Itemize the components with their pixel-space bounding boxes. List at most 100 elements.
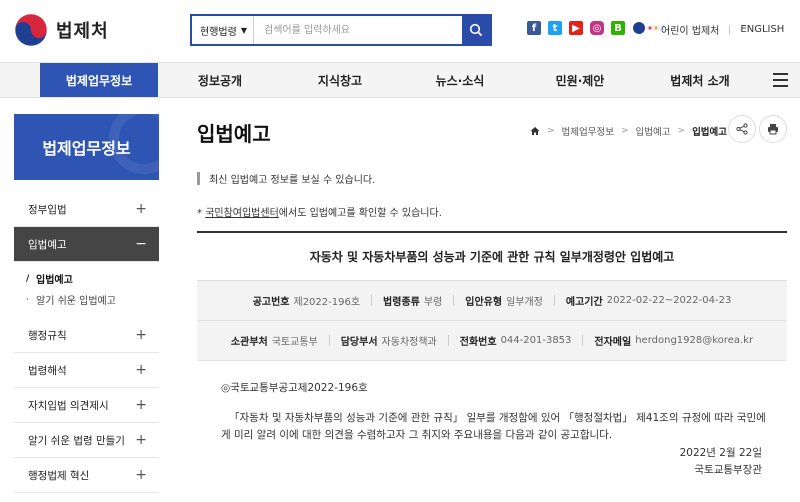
sidebar-item-local-legislation-opinion[interactable]: 자치입법 의견제시 + xyxy=(14,388,159,423)
sidebar-title-decoration xyxy=(109,114,159,174)
facebook-icon[interactable]: f xyxy=(527,21,541,35)
gnb-item-news[interactable]: 뉴스·소식 xyxy=(400,63,520,97)
meta-key: 예고기간 xyxy=(565,297,603,308)
notice-title: 자동차 및 자동차부품의 성능과 기준에 관한 규칙 일부개정령안 입법예고 xyxy=(197,233,787,281)
taegeuk-logo-icon xyxy=(14,13,48,47)
meta-value: 2022-02-22~2022-04-23 xyxy=(606,295,732,306)
sidebar-item-label: 법령해석 xyxy=(28,364,67,377)
meta-value: 일부개정 xyxy=(506,297,543,308)
share-button[interactable] xyxy=(728,115,756,143)
meta-key: 소관부처 xyxy=(230,337,268,348)
divider xyxy=(328,335,330,346)
minus-icon: − xyxy=(135,236,147,252)
sidebar-subitem-easy-notice[interactable]: · 알기 쉬운 입법예고 xyxy=(26,289,159,310)
english-site-link[interactable]: ENGLISH xyxy=(740,24,784,35)
notice-prefix: * xyxy=(197,208,206,219)
meta-key: 입안유형 xyxy=(465,297,503,308)
meta-department: 담당부서 자동차정책과 xyxy=(341,333,437,348)
sidebar-subitem-label: 알기 쉬운 입법예고 xyxy=(36,296,116,307)
plus-icon: + xyxy=(135,327,147,343)
meta-notice-number: 공고번호 제2022-196호 xyxy=(253,293,360,308)
meta-row: 공고번호 제2022-196호 법령종류 부령 입안유형 일부개정 예고기간 2… xyxy=(197,281,787,321)
notice-number-line: ◎국토교통부공고제2022-196호 xyxy=(221,382,368,394)
notice-text: * 국민참여입법센터에서도 입법예고를 확인할 수 있습니다. xyxy=(197,204,442,219)
search-button[interactable] xyxy=(462,16,490,44)
intro-text: 최신 입법예고 정보를 보실 수 있습니다. xyxy=(197,171,375,186)
kids-site-link[interactable]: 어린이 법제처 xyxy=(661,22,719,37)
meta-value: herdong1928@korea.kr xyxy=(635,335,754,346)
divider xyxy=(453,295,455,306)
caret-down-icon: ▼ xyxy=(240,25,247,35)
divider xyxy=(371,295,373,306)
chevron-right-icon: > xyxy=(547,126,555,136)
site-header: 법제처 현행법령 ▼ f t ▶ ◎ B 어린이 법제처 ENGLISH xyxy=(0,0,800,62)
site-logo-text: 법제처 xyxy=(56,21,109,42)
sidebar-item-label: 행정규칙 xyxy=(28,329,67,342)
sidebar-item-government-legislation[interactable]: 정부입법 + xyxy=(14,192,159,227)
gnb-item-civil-petition[interactable]: 민원·제안 xyxy=(520,63,640,97)
sidebar-item-label: 입법예고 xyxy=(28,238,67,251)
sidebar-subitem-legislative-notice[interactable]: / 입법예고 xyxy=(26,268,159,289)
gnb-item-knowledge[interactable]: 지식창고 xyxy=(280,63,400,97)
gnb-item-info-disclosure[interactable]: 정보공개 xyxy=(160,63,280,97)
instagram-icon[interactable]: ◎ xyxy=(590,21,604,35)
sidebar-menu: 정부입법 + 입법예고 − / 입법예고 · 알기 쉬운 입법예고 행정규칙 +… xyxy=(14,192,159,493)
participation-center-link[interactable]: 국민참여입법센터 xyxy=(205,208,279,219)
gnb-item-law-work-info[interactable]: 법제업무정보 xyxy=(40,63,158,97)
sidebar-item-label: 행정법제 혁신 xyxy=(28,469,90,482)
gnb-item-about[interactable]: 법제처 소개 xyxy=(640,63,760,97)
search-icon xyxy=(469,23,483,37)
youtube-icon[interactable]: ▶ xyxy=(569,21,583,35)
meta-notice-period: 예고기간 2022-02-22~2022-04-23 xyxy=(566,293,731,308)
twitter-icon[interactable]: t xyxy=(548,21,562,35)
sidebar-item-administrative-rules[interactable]: 행정규칙 + xyxy=(14,318,159,353)
meta-value: 자동차정책과 xyxy=(381,337,437,348)
divider xyxy=(729,24,731,35)
home-icon[interactable] xyxy=(530,126,540,136)
blog-icon[interactable]: B xyxy=(611,21,625,35)
notice-signature: 2022년 2월 22일 국토교통부장관 xyxy=(680,445,762,479)
sidebar-item-label: 정부입법 xyxy=(28,203,67,216)
page-title: 입법예고 xyxy=(197,122,271,146)
plus-icon: + xyxy=(135,362,147,378)
notice-date: 2022년 2월 22일 xyxy=(679,447,762,459)
meta-key: 공고번호 xyxy=(252,297,290,308)
sidebar-item-label: 알기 쉬운 법령 만들기 xyxy=(28,434,125,447)
plus-icon: + xyxy=(135,467,147,483)
notice-body: ◎국토교통부공고제2022-196호 「자동차 및 자동차부품의 성능과 기준에… xyxy=(221,380,766,444)
chevron-right-icon: > xyxy=(621,126,629,136)
search-scope-select[interactable]: 현행법령 ▼ xyxy=(192,16,254,44)
divider xyxy=(553,295,555,306)
meta-email: 전자메일 herdong1928@korea.kr xyxy=(594,333,753,348)
menu-icon[interactable] xyxy=(773,73,788,87)
sidebar-item-legislative-notice[interactable]: 입법예고 − xyxy=(14,227,159,262)
meta-key: 법령종류 xyxy=(383,297,420,308)
meta-value: 부령 xyxy=(423,297,443,308)
meta-key: 담당부서 xyxy=(340,337,378,348)
bullet-icon: · xyxy=(26,294,29,305)
sidebar-item-law-interpretation[interactable]: 법령해석 + xyxy=(14,353,159,388)
plus-icon: + xyxy=(135,201,147,217)
share-icon xyxy=(736,123,748,135)
search-scope-value: 현행법령 xyxy=(200,26,237,38)
main-navigation: 법제업무정보 정보공개 지식창고 뉴스·소식 민원·제안 법제처 소개 xyxy=(0,62,800,98)
meta-key: 전자메일 xyxy=(594,337,632,348)
meta-row: 소관부처 국토교통부 담당부서 자동차정책과 전화번호 044-201-3853… xyxy=(197,321,787,361)
meta-ministry: 소관부처 국토교통부 xyxy=(231,333,318,348)
divider xyxy=(447,335,449,346)
intro-bar xyxy=(197,172,200,185)
print-button[interactable] xyxy=(759,115,787,143)
top-links: 어린이 법제처 ENGLISH xyxy=(661,22,784,37)
chevron-right-icon: > xyxy=(677,126,686,136)
divider xyxy=(582,335,584,346)
sidebar-item-easy-laws[interactable]: 알기 쉬운 법령 만들기 + xyxy=(14,423,159,458)
breadcrumb-item[interactable]: 법제업무정보 xyxy=(562,124,614,138)
meta-value: 044-201-3853 xyxy=(500,335,572,346)
meta-phone: 전화번호 044-201-3853 xyxy=(460,333,572,348)
sidebar-item-admin-law-innovation[interactable]: 행정법제 혁신 + xyxy=(14,458,159,493)
search-input[interactable] xyxy=(254,16,462,44)
site-logo[interactable]: 법제처 xyxy=(14,13,109,47)
notice-detail-board: 자동차 및 자동차부품의 성능과 기준에 관한 규칙 일부개정령안 입법예고 공… xyxy=(197,231,787,361)
breadcrumb-item[interactable]: 입법예고 xyxy=(636,124,671,138)
sidebar-subitem-label: 입법예고 xyxy=(36,275,73,286)
